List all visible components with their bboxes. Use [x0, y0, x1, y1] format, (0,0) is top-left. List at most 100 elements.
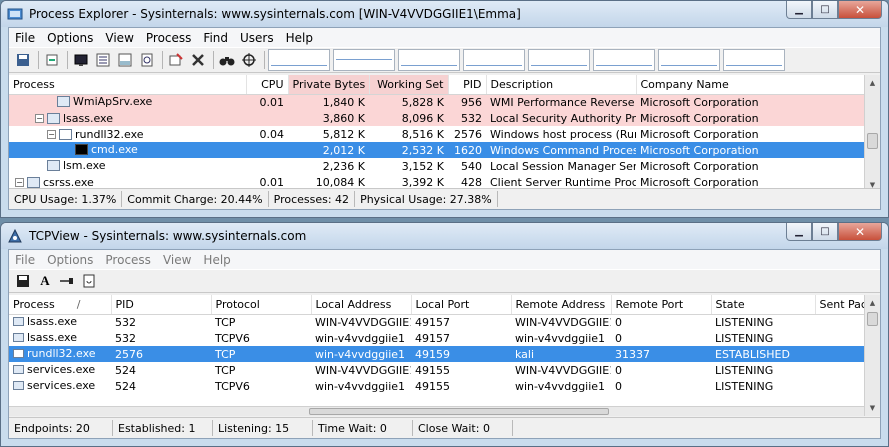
find-binoculars-icon[interactable]: [217, 50, 237, 70]
status-time-wait: Time Wait: 0: [313, 420, 413, 436]
collapse-icon[interactable]: −: [15, 178, 24, 187]
process-icon: [13, 349, 24, 358]
scroll-up-icon[interactable]: ▲: [865, 75, 880, 91]
collapse-icon[interactable]: −: [35, 114, 44, 123]
tcp-hscroll-thumb[interactable]: [309, 408, 609, 415]
pe-window-title: Process Explorer - Sysinternals: www.sys…: [29, 7, 521, 21]
system-info-icon[interactable]: [71, 50, 91, 70]
pe-menu-view[interactable]: View: [99, 31, 139, 45]
tcp-menu-help[interactable]: Help: [197, 253, 236, 267]
process-icon: [59, 129, 72, 140]
scroll-down-icon[interactable]: ▼: [865, 400, 880, 416]
col-process[interactable]: Process: [9, 75, 247, 95]
process-icon: [13, 365, 24, 374]
handles-icon[interactable]: [166, 50, 186, 70]
save-icon[interactable]: [13, 50, 33, 70]
col-sent-packets[interactable]: Sent Pack: [815, 295, 864, 315]
tcp-menu-process[interactable]: Process: [99, 253, 157, 267]
table-row[interactable]: − lsass.exe 3,860 K 8,096 K 532 Local Sec…: [9, 110, 864, 126]
tcp-horizontal-scrollbar[interactable]: [9, 406, 864, 416]
refresh-icon[interactable]: [42, 50, 62, 70]
table-row-selected[interactable]: cmd.exe 2,012 K 2,532 K 1620 Windows Com…: [9, 142, 864, 158]
process-icon: [13, 317, 24, 327]
refresh-icon[interactable]: [79, 271, 99, 291]
pe-titlebar[interactable]: Process Explorer - Sysinternals: www.sys…: [1, 1, 888, 27]
col-pid[interactable]: PID: [111, 295, 212, 315]
table-row[interactable]: services.exe 524 TCPV6 win-v4vvdggiie1 4…: [9, 378, 864, 394]
tcp-header-row: Process / PID Protocol Local Address Loca…: [9, 295, 864, 315]
resolve-addresses-icon[interactable]: A: [35, 271, 55, 291]
pe-menu-help[interactable]: Help: [280, 31, 319, 45]
tcp-menu-options[interactable]: Options: [41, 253, 99, 267]
process-explorer-app-icon: [7, 6, 23, 22]
pe-menu-process[interactable]: Process: [140, 31, 198, 45]
cmd-icon: [75, 143, 88, 155]
io-graph[interactable]: [463, 49, 525, 71]
physical-graph[interactable]: [398, 49, 460, 71]
pe-minimize-button[interactable]: ▁: [786, 1, 812, 19]
table-row[interactable]: − rundll32.exe 0.04 5,812 K 8,516 K 2576 …: [9, 126, 864, 142]
pe-menu-find[interactable]: Find: [197, 31, 234, 45]
tcp-menu-file[interactable]: File: [9, 253, 41, 267]
table-row[interactable]: lsass.exe 532 TCPV6 win-v4vvdggiie1 4915…: [9, 330, 864, 346]
status-established: Established: 1: [113, 420, 213, 436]
col-working-set[interactable]: Working Set: [369, 75, 449, 95]
disk-graph[interactable]: [593, 49, 655, 71]
commit-graph[interactable]: [333, 49, 395, 71]
tcp-menu-view[interactable]: View: [157, 253, 197, 267]
find-window-crosshair-icon[interactable]: [239, 50, 259, 70]
col-protocol[interactable]: Protocol: [211, 295, 312, 315]
save-icon[interactable]: [13, 271, 33, 291]
col-remote-address[interactable]: Remote Address: [511, 295, 612, 315]
extra-graph[interactable]: [723, 49, 785, 71]
pe-scroll-thumb[interactable]: [867, 133, 878, 149]
tcp-client-area: File Options Process View Help A Process…: [8, 249, 881, 439]
process-icon: [57, 95, 70, 107]
col-remote-port[interactable]: Remote Port: [611, 295, 712, 315]
col-local-port[interactable]: Local Port: [411, 295, 512, 315]
tcp-menubar: File Options Process View Help: [9, 250, 880, 269]
table-row[interactable]: lsass.exe 532 TCP WIN-V4VVDGGIIE1 49157 …: [9, 314, 864, 330]
sort-indicator-icon: /: [76, 297, 81, 311]
col-cpu[interactable]: CPU: [246, 75, 289, 95]
cpu-graph[interactable]: [268, 49, 330, 71]
properties-icon[interactable]: [137, 50, 157, 70]
pe-menu-file[interactable]: File: [9, 31, 41, 45]
col-company-name[interactable]: Company Name: [636, 75, 864, 95]
tcpview-app-icon: [7, 228, 23, 244]
tcp-titlebar[interactable]: TCPView - Sysinternals: www.sysinternals…: [1, 223, 888, 249]
process-icon: [27, 177, 40, 188]
connect-plug-icon[interactable]: [57, 271, 77, 291]
gpu-graph[interactable]: [658, 49, 720, 71]
tcp-maximize-button[interactable]: □: [812, 223, 838, 241]
pe-menu-users[interactable]: Users: [234, 31, 280, 45]
pe-process-list: Process CPU Private Bytes Working Set PI…: [9, 75, 864, 193]
table-row[interactable]: WmiApSrv.exe 0.01 1,840 K 5,828 K 956 WM…: [9, 94, 864, 110]
tcp-scroll-thumb[interactable]: [867, 312, 878, 326]
pe-menu-options[interactable]: Options: [41, 31, 99, 45]
tcp-vertical-scrollbar[interactable]: ▲ ▼: [864, 295, 880, 416]
kill-process-icon[interactable]: [188, 50, 208, 70]
tcp-connection-list: Process / PID Protocol Local Address Loca…: [9, 295, 864, 406]
tcp-close-button[interactable]: ✕: [838, 223, 882, 241]
lower-pane-icon[interactable]: [115, 50, 135, 70]
table-row[interactable]: services.exe 524 TCP WIN-V4VVDGGIIE1 491…: [9, 362, 864, 378]
status-endpoints: Endpoints: 20: [9, 420, 113, 436]
scroll-up-icon[interactable]: ▲: [865, 295, 880, 311]
col-local-address[interactable]: Local Address: [311, 295, 412, 315]
table-row[interactable]: lsm.exe 2,236 K 3,152 K 540 Local Sessio…: [9, 158, 864, 174]
status-listening: Listening: 15: [213, 420, 313, 436]
tcp-minimize-button[interactable]: ▁: [786, 223, 812, 241]
collapse-icon[interactable]: −: [47, 130, 56, 139]
col-description[interactable]: Description: [486, 75, 637, 95]
network-graph[interactable]: [528, 49, 590, 71]
pe-vertical-scrollbar[interactable]: ▲ ▼: [864, 75, 880, 193]
col-process[interactable]: Process /: [9, 295, 112, 315]
pe-maximize-button[interactable]: □: [812, 1, 838, 19]
table-row-selected[interactable]: rundll32.exe 2576 TCP win-v4vvdggiie1 49…: [9, 346, 864, 362]
col-pid[interactable]: PID: [448, 75, 487, 95]
col-private-bytes[interactable]: Private Bytes: [288, 75, 370, 95]
col-state[interactable]: State: [711, 295, 816, 315]
pe-close-button[interactable]: ✕: [838, 1, 882, 19]
process-tree-icon[interactable]: [93, 50, 113, 70]
